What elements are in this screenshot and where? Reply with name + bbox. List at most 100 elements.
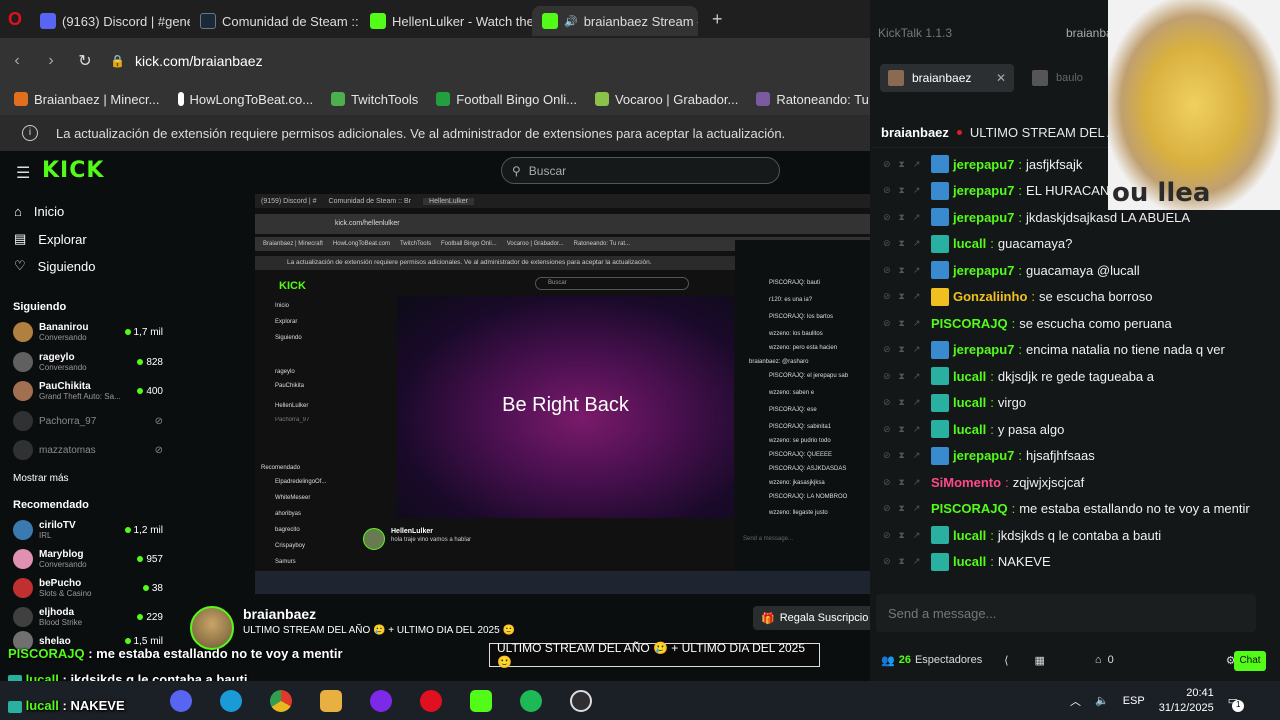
chat-button[interactable]: Chat (1234, 651, 1266, 671)
bookmark-football-bingo[interactable]: Football Bingo Onli... (436, 92, 577, 107)
show-more-link[interactable]: Mostrar más (13, 473, 69, 484)
chat-input[interactable]: Send a message... (876, 594, 1256, 632)
bookmark-braianbaez[interactable]: Braianbaez | Minecr... (14, 92, 160, 107)
clock[interactable]: 20:41 31/12/2025 (1159, 686, 1214, 716)
taskbar-kick[interactable] (462, 685, 500, 717)
chat-username[interactable]: lucall (953, 422, 986, 437)
recommended-channel[interactable]: eljhoda Blood Strike 229 (13, 603, 163, 631)
mod-action-icon[interactable]: ⊘ (883, 212, 891, 223)
mod-action-icon[interactable]: ⧗ (899, 397, 905, 408)
mod-action-icon[interactable]: ↗ (913, 185, 921, 196)
mod-action-icon[interactable]: ↗ (913, 477, 921, 488)
mod-action-icon[interactable]: ⊘ (883, 371, 891, 382)
mod-tools[interactable]: ⊘ ⧗ ↗ (883, 530, 931, 541)
mod-action-icon[interactable]: ↗ (913, 450, 921, 461)
mod-action-icon[interactable]: ↗ (913, 503, 921, 514)
chat-message[interactable]: ⊘ ⧗ ↗ PISCORAJQ: se escucha como peruana (883, 310, 1279, 336)
mod-action-icon[interactable]: ⊘ (883, 450, 891, 461)
chat-username[interactable]: Gonzaliinho (953, 289, 1027, 304)
back-icon[interactable]: ‹ (0, 52, 34, 70)
chat-message[interactable]: ⊘ ⧗ ↗ jerepapu7: hjsafjhfsaas (883, 443, 1279, 469)
mod-action-icon[interactable]: ⊘ (883, 291, 891, 302)
mod-action-icon[interactable]: ↗ (913, 159, 921, 170)
chat-username[interactable]: PISCORAJQ (931, 501, 1008, 516)
chat-message[interactable]: ⊘ ⧗ ↗ lucall: jkdsjkds q le contaba a bauti (883, 522, 1279, 548)
opera-icon[interactable]: O (0, 9, 30, 30)
nav-siguiendo[interactable]: ♡ Siguiendo (14, 258, 95, 274)
mod-icon[interactable]: ▦ (1035, 654, 1045, 667)
speaker-icon[interactable]: 🔈 (1095, 694, 1109, 707)
taskbar-explorer[interactable] (312, 685, 350, 717)
bookmark-ratoneando[interactable]: Ratoneando: Tu rat... (756, 92, 870, 107)
bookmark-vocaroo[interactable]: Vocaroo | Grabador... (594, 92, 738, 107)
kicktalk-channel-tab[interactable]: braianbaez ✕ (880, 64, 1014, 92)
mod-action-icon[interactable]: ⧗ (899, 212, 905, 223)
recommended-channel[interactable]: ciriloTV IRL 1,2 mil (13, 516, 163, 544)
chat-username[interactable]: jerepapu7 (953, 183, 1014, 198)
following-channel[interactable]: mazzatomas ⊘ (13, 436, 163, 464)
following-channel[interactable]: PauChikita Grand Theft Auto: Sa... 400 (13, 377, 163, 405)
mod-action-icon[interactable]: ↗ (913, 212, 921, 223)
kick-logo[interactable]: KICK (42, 158, 104, 183)
mod-tools[interactable]: ⊘ ⧗ ↗ (883, 291, 931, 302)
chat-message[interactable]: ⊘ ⧗ ↗ jerepapu7: encima natalia no tiene nad… (883, 337, 1279, 363)
mod-action-icon[interactable]: ⧗ (899, 424, 905, 435)
nav-inicio[interactable]: ⌂ Inicio (14, 204, 64, 219)
new-tab-button[interactable]: + (712, 9, 723, 30)
menu-icon[interactable]: ☰ (16, 163, 30, 183)
mod-action-icon[interactable]: ⧗ (899, 556, 905, 567)
mod-tools[interactable]: ⊘ ⧗ ↗ (883, 556, 931, 567)
chat-message[interactable]: ⊘ ⧗ ↗ SiMomento: zqjwjxjscjcaf (883, 469, 1279, 495)
mod-action-icon[interactable]: ↗ (913, 556, 921, 567)
mod-action-icon[interactable]: ⊘ (883, 503, 891, 514)
following-channel[interactable]: Pachorra_97 ⊘ (13, 407, 163, 435)
chat-username[interactable]: jerepapu7 (953, 157, 1014, 172)
mod-tools[interactable]: ⊘ ⧗ ↗ (883, 238, 931, 249)
mod-action-icon[interactable]: ↗ (913, 318, 921, 329)
chat-message[interactable]: ⊘ ⧗ ↗ lucall: guacamaya? (883, 231, 1279, 257)
streamer-name[interactable]: braianbaez (243, 606, 316, 622)
url-field[interactable]: kick.com/braianbaez (135, 53, 263, 69)
chat-message[interactable]: ⊘ ⧗ ↗ PISCORAJQ: me estaba estallando no te … (883, 496, 1279, 522)
mod-action-icon[interactable]: ⧗ (899, 318, 905, 329)
mod-tools[interactable]: ⊘ ⧗ ↗ (883, 159, 931, 170)
share-icon[interactable]: ⟨ (1004, 654, 1008, 667)
mod-tools[interactable]: ⊘ ⧗ ↗ (883, 212, 931, 223)
mod-action-icon[interactable]: ⊘ (883, 424, 891, 435)
mod-action-icon[interactable]: ⊘ (883, 477, 891, 488)
chat-username[interactable]: lucall (953, 369, 986, 384)
reload-icon[interactable]: ↻ (68, 51, 102, 71)
chat-username[interactable]: jerepapu7 (953, 448, 1014, 463)
mod-action-icon[interactable]: ⊘ (883, 397, 891, 408)
chat-username[interactable]: PISCORAJQ (931, 316, 1008, 331)
mod-action-icon[interactable]: ⧗ (899, 291, 905, 302)
mod-tools[interactable]: ⊘ ⧗ ↗ (883, 265, 931, 276)
mod-action-icon[interactable]: ⊘ (883, 238, 891, 249)
mod-action-icon[interactable]: ⊘ (883, 318, 891, 329)
tab-braianbaez[interactable]: 🔊braianbaez Stream - V (532, 6, 698, 36)
recommended-channel[interactable]: Maryblog Conversando 957 (13, 545, 163, 573)
chat-message[interactable]: ⊘ ⧗ ↗ lucall: dkjsdjk re gede tagueaba a (883, 363, 1279, 389)
chat-username[interactable]: jerepapu7 (953, 263, 1014, 278)
chat-username[interactable]: jerepapu7 (953, 342, 1014, 357)
taskbar-spotify[interactable] (512, 685, 550, 717)
bookmark-howlongtobeat[interactable]: HowLongToBeat.co... (177, 92, 313, 107)
gift-sub-button[interactable]: 🎁 Regala Suscripcio (753, 606, 873, 630)
mod-tools[interactable]: ⊘ ⧗ ↗ (883, 344, 931, 355)
mod-action-icon[interactable]: ⧗ (899, 371, 905, 382)
mod-action-icon[interactable]: ↗ (913, 397, 921, 408)
mod-tools[interactable]: ⊘ ⧗ ↗ (883, 318, 931, 329)
notification-icon[interactable]: ▭1 (1228, 694, 1245, 712)
tab-discord[interactable]: (9163) Discord | #general (30, 6, 190, 36)
chat-username[interactable]: lucall (953, 395, 986, 410)
mod-action-icon[interactable]: ↗ (913, 424, 921, 435)
bookmark-twitchtools[interactable]: TwitchTools (331, 92, 418, 107)
mod-action-icon[interactable]: ⧗ (899, 265, 905, 276)
taskbar-obs[interactable] (562, 685, 600, 717)
nav-explorar[interactable]: ▤ Explorar (14, 231, 87, 247)
mod-action-icon[interactable]: ⧗ (899, 238, 905, 249)
chat-username[interactable]: lucall (953, 236, 986, 251)
mod-action-icon[interactable]: ↗ (913, 530, 921, 541)
mod-action-icon[interactable]: ⊘ (883, 344, 891, 355)
mod-tools[interactable]: ⊘ ⧗ ↗ (883, 397, 931, 408)
